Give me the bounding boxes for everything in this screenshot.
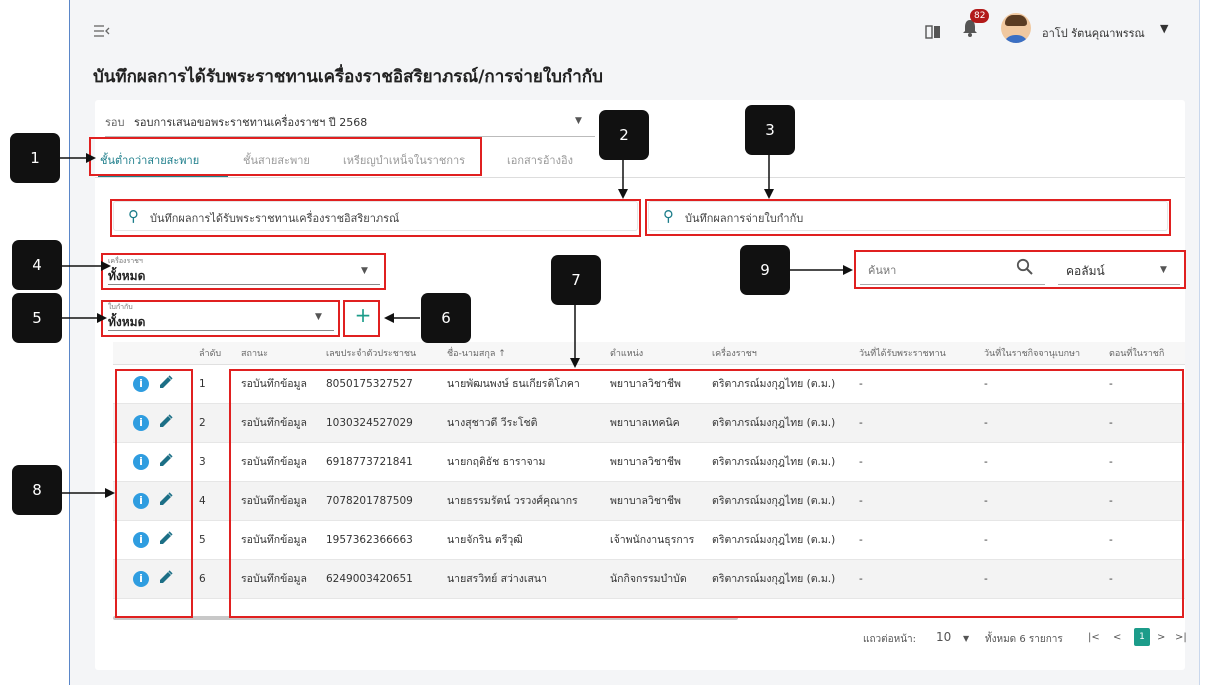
annotation-box-4 bbox=[101, 253, 386, 290]
chevron-down-icon[interactable]: ▼ bbox=[1160, 22, 1168, 35]
annotation-box-8 bbox=[115, 369, 193, 618]
rows-per-page-select[interactable]: 10 bbox=[936, 630, 951, 644]
callout-1: 1 bbox=[10, 133, 60, 183]
user-name[interactable]: อาโป รัตนคุณาพรรณ bbox=[1042, 24, 1145, 42]
callout-9: 9 bbox=[740, 245, 790, 295]
column-header[interactable]: วันที่ในราชกิจจานุเบกษา bbox=[980, 342, 1105, 365]
column-header bbox=[113, 342, 195, 365]
annotation-box-5 bbox=[101, 300, 340, 337]
first-page-button[interactable]: |< bbox=[1088, 632, 1100, 643]
notification-badge: 82 bbox=[970, 9, 990, 23]
callout-7: 7 bbox=[551, 255, 601, 305]
column-header[interactable]: ตอนที่ในราชกิ bbox=[1105, 342, 1185, 365]
callout-5: 5 bbox=[12, 293, 62, 343]
column-header[interactable]: ชื่อ-นามสกุล ↑ bbox=[443, 342, 606, 365]
column-header[interactable]: ลำดับ bbox=[195, 342, 237, 365]
callout-4: 4 bbox=[12, 240, 62, 290]
avatar[interactable] bbox=[1001, 13, 1031, 43]
callout-8: 8 bbox=[12, 465, 62, 515]
column-header[interactable]: ตำแหน่ง bbox=[606, 342, 708, 365]
annotation-box-7 bbox=[229, 369, 1184, 618]
table-header-row: ลำดับ สถานะ เลขประจำตัวประชาชน ชื่อ-นามส… bbox=[113, 342, 1185, 365]
rows-per-page-label: แถวต่อหน้า: bbox=[863, 634, 917, 645]
annotation-box-9 bbox=[854, 250, 1186, 289]
chevron-down-icon[interactable]: ▼ bbox=[963, 634, 969, 643]
column-header[interactable]: สถานะ bbox=[237, 342, 322, 365]
page-title: บันทึกผลการได้รับพระราชทานเครื่องราชอิสร… bbox=[93, 67, 603, 87]
annotation-box-6 bbox=[343, 300, 380, 337]
round-value: รอบการเสนอขอพระราชทานเครื่องราชฯ ปี 2568 bbox=[134, 116, 368, 129]
round-caret-icon[interactable]: ▼ bbox=[575, 116, 582, 126]
last-page-button[interactable]: >| bbox=[1175, 632, 1187, 643]
round-label: รอบ bbox=[105, 116, 125, 129]
menu-collapse-icon[interactable] bbox=[93, 24, 113, 40]
callout-2: 2 bbox=[599, 110, 649, 160]
column-header[interactable]: วันที่ได้รับพระราชทาน bbox=[855, 342, 980, 365]
tab-reference-docs[interactable]: เอกสารอ้างอิง bbox=[507, 151, 573, 169]
column-header[interactable]: เลขประจำตัวประชาชน bbox=[322, 342, 443, 365]
book-icon[interactable] bbox=[925, 24, 941, 43]
total-count: ทั้งหมด 6 รายการ bbox=[985, 634, 1063, 645]
next-page-button[interactable]: > bbox=[1157, 632, 1165, 643]
annotation-box-1 bbox=[89, 137, 482, 176]
prev-page-button[interactable]: < bbox=[1113, 632, 1121, 643]
column-header[interactable]: เครื่องราชฯ bbox=[708, 342, 855, 365]
callout-3: 3 bbox=[745, 105, 795, 155]
tabs-divider bbox=[95, 177, 1185, 178]
callout-6: 6 bbox=[421, 293, 471, 343]
annotation-box-2 bbox=[110, 199, 641, 237]
annotation-box-3 bbox=[645, 199, 1171, 236]
current-page-button[interactable]: 1 bbox=[1134, 628, 1150, 646]
